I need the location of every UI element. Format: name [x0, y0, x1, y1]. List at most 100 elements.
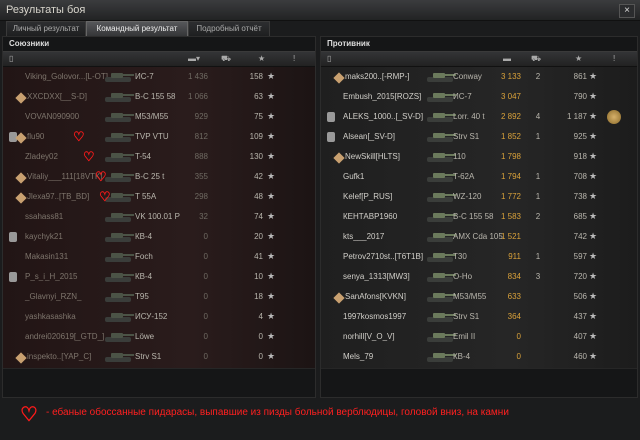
- frags-value: 1: [535, 252, 541, 261]
- player-row[interactable]: Gufk1 T-62A 1 794 1 708 ★: [321, 167, 637, 189]
- player-name: Jlexa97..[TB_BD]: [27, 192, 90, 201]
- xp-value: 685: [573, 212, 587, 221]
- heart-icon: ♡: [83, 149, 95, 164]
- player-row[interactable]: Vitaliy___111[18VTK] B-C 25 t 355 42 ★ ♡: [3, 167, 315, 189]
- clan-emblem-icon: [15, 132, 27, 144]
- player-row[interactable]: SanAfons[KVKN] M53/M55 633 506 ★: [321, 287, 637, 309]
- xp-value: 460: [573, 352, 587, 361]
- clan-emblem-icon: [333, 152, 345, 164]
- player-row[interactable]: flu90 TVP VTU 812 109 ★ ♡: [3, 127, 315, 149]
- damage-value: 834: [507, 272, 521, 281]
- tank-icon: [103, 330, 135, 344]
- player-row[interactable]: _Glavnyi_RZN_ T95 0 18 ★: [3, 287, 315, 309]
- damage-value: 0: [203, 272, 208, 281]
- player-row[interactable]: ALEKS_1000..[_SV-D] Lorr. 40 t 2 892 4 1 187…: [321, 107, 637, 129]
- damage-value: 1 852: [500, 132, 521, 141]
- player-row[interactable]: Mels_79 КВ-4 0 460 ★: [321, 347, 637, 369]
- player-name: 1997kosmos1997: [343, 312, 407, 321]
- player-row[interactable]: kaychyk21 КВ-4 0 20 ★: [3, 227, 315, 249]
- star-icon: ★: [267, 211, 276, 221]
- tank-name: T95: [135, 292, 149, 301]
- tank-name: ИС-7: [453, 92, 472, 101]
- player-row[interactable]: Alsean[_SV-D] Strv S1 1 852 1 925 ★: [321, 127, 637, 149]
- xp-value: 158: [249, 72, 263, 81]
- achievements-icon[interactable]: !: [613, 54, 615, 63]
- tab-team-result[interactable]: Командный результат: [86, 21, 188, 37]
- tank-name: Conway: [453, 72, 482, 81]
- enemies-panel: Противник ▯ ▬ ⛟ ★ ! maks200..[-RMP-] Conw…: [320, 36, 638, 398]
- star-icon: ★: [267, 291, 276, 301]
- player-row[interactable]: andrei020619[_GTD_] Löwe 0 0 ★: [3, 327, 315, 349]
- player-name: VOVAN090900: [25, 112, 80, 121]
- damage-value: 298: [194, 192, 208, 201]
- player-name: Petrov2710st..[T6T1B]: [343, 252, 424, 261]
- player-row[interactable]: NewSkill[HLTS] 110 1 798 918 ★: [321, 147, 637, 169]
- player-name: Vitaliy___111[18VTK]: [27, 172, 103, 181]
- player-row[interactable]: senya_1313[MW3] O-Ho 834 3 720 ★: [321, 267, 637, 289]
- star-icon: ★: [589, 71, 598, 81]
- player-row[interactable]: Viking_Golovor...[L-OT] ИС-7 1 436 158 ★: [3, 67, 315, 89]
- star-icon: ★: [589, 311, 598, 321]
- tank-name: Löwe: [135, 332, 155, 341]
- xp-value: 506: [573, 292, 587, 301]
- info-icon[interactable]: ▯: [327, 54, 331, 63]
- player-row[interactable]: ssahass81 VK 100.01 P 32 74 ★: [3, 207, 315, 229]
- info-icon[interactable]: ▯: [9, 54, 13, 63]
- close-button[interactable]: ×: [619, 4, 635, 18]
- player-row[interactable]: Kelef[P_RUS] WZ-120 1 772 1 738 ★: [321, 187, 637, 209]
- player-row[interactable]: Jlexa97..[TB_BD] T 55A 298 48 ★ ♡: [3, 187, 315, 209]
- tank-name: Strv S1: [453, 312, 480, 321]
- xp-value: 42: [254, 172, 263, 181]
- frags-icon[interactable]: ⛟: [221, 54, 231, 64]
- tab-detailed-report[interactable]: Подробный отчёт: [188, 21, 270, 37]
- heart-icon: ♡: [73, 129, 85, 144]
- damage-value: 888: [194, 152, 208, 161]
- tab-personal-result[interactable]: Личный результат: [6, 21, 86, 37]
- damage-icon[interactable]: ▬: [503, 54, 511, 63]
- damage-icon[interactable]: ▬▾: [188, 54, 200, 63]
- player-row[interactable]: maks200..[-RMP-] Conway 3 133 2 861 ★: [321, 67, 637, 89]
- player-row[interactable]: XXCDXX[__S-D] В-С 155 58 1 066 63 ★: [3, 87, 315, 109]
- frags-value: 4: [535, 112, 541, 121]
- damage-value: 0: [203, 252, 208, 261]
- player-row[interactable]: kts___2017 AMX Cda 105 1 521 742 ★: [321, 227, 637, 249]
- player-name: ALEKS_1000..[_SV-D]: [343, 112, 424, 121]
- medal-icon: [607, 110, 621, 124]
- tank-name: КВ-4: [453, 352, 471, 361]
- xp-value: 109: [249, 132, 263, 141]
- star-icon: ★: [589, 131, 598, 141]
- xp-value: 20: [254, 232, 263, 241]
- player-row[interactable]: VOVAN090900 M53/M55 929 75 ★: [3, 107, 315, 129]
- damage-value: 0: [203, 312, 208, 321]
- player-row[interactable]: norhill[V_O_V] Emil II 0 407 ★: [321, 327, 637, 349]
- player-row[interactable]: 1997kosmos1997 Strv S1 364 437 ★: [321, 307, 637, 329]
- player-row[interactable]: inspekto..[YAP_C] Strv S1 0 0 ★: [3, 347, 315, 369]
- allies-title: Союзники: [9, 39, 50, 48]
- damage-value: 364: [507, 312, 521, 321]
- star-icon: ★: [267, 191, 276, 201]
- damage-value: 1 066: [187, 92, 208, 101]
- player-name: maks200..[-RMP-]: [345, 72, 410, 81]
- player-name: Gufk1: [343, 172, 365, 181]
- xp-icon[interactable]: ★: [575, 54, 582, 63]
- player-name: Kelef[P_RUS]: [343, 192, 393, 201]
- achievements-icon[interactable]: !: [293, 54, 295, 63]
- frags-icon[interactable]: ⛟: [531, 54, 541, 64]
- player-row[interactable]: Petrov2710st..[T6T1B] T30 911 1 597 ★: [321, 247, 637, 269]
- clan-emblem-icon: [15, 192, 27, 204]
- platoon-icon: [327, 132, 335, 142]
- player-row[interactable]: КЕНТАВР1960 B-C 155 58 1 583 2 685 ★: [321, 207, 637, 229]
- player-name: XXCDXX[__S-D]: [27, 92, 88, 101]
- xp-value: 407: [573, 332, 587, 341]
- xp-icon[interactable]: ★: [258, 54, 265, 63]
- player-row[interactable]: Embush_2015[ROZS] ИС-7 3 047 790 ★: [321, 87, 637, 109]
- damage-value: 812: [194, 132, 208, 141]
- clan-emblem-icon: [333, 72, 345, 84]
- player-row[interactable]: yashkasashka ИСУ-152 0 4 ★: [3, 307, 315, 329]
- player-row[interactable]: P_s_i_H_2015 КВ-4 0 10 ★: [3, 267, 315, 289]
- star-icon: ★: [589, 91, 598, 101]
- star-icon: ★: [589, 191, 598, 201]
- player-row[interactable]: Zladey02 T-54 888 130 ★ ♡: [3, 147, 315, 169]
- star-icon: ★: [589, 151, 598, 161]
- player-row[interactable]: Makasin131 Foch 0 41 ★: [3, 247, 315, 269]
